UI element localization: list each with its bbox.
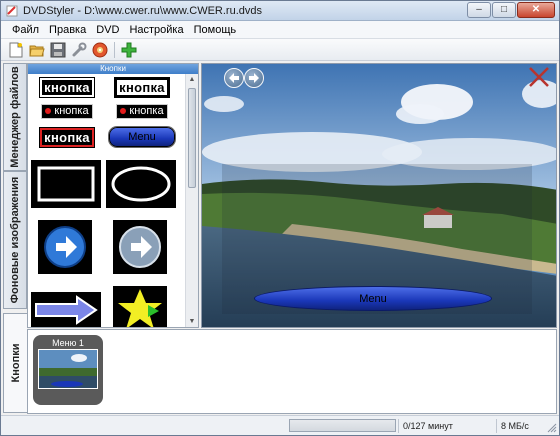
palette-header: Кнопки bbox=[28, 64, 198, 74]
add-plus-icon bbox=[121, 42, 137, 57]
scroll-up-icon[interactable]: ▲ bbox=[188, 76, 196, 84]
tab-file-manager-label: Менеджер файлов bbox=[9, 66, 21, 168]
close-x-icon[interactable] bbox=[528, 66, 550, 88]
settings-button[interactable] bbox=[70, 41, 88, 59]
resize-grip-icon[interactable] bbox=[547, 423, 557, 433]
duration-status: 0/127 минут bbox=[398, 419, 496, 433]
save-button[interactable] bbox=[49, 41, 67, 59]
tab-buttons-label: Кнопки bbox=[9, 343, 22, 383]
palette-scroll-thumb[interactable] bbox=[188, 88, 196, 188]
menu-preview[interactable]: Menu bbox=[201, 63, 557, 328]
scroll-down-icon[interactable]: ▼ bbox=[188, 318, 196, 326]
menu-thumbnail-image bbox=[38, 349, 98, 389]
button-template-arrow-gray[interactable] bbox=[113, 220, 167, 274]
tab-backgrounds-label: Фоновые изображения bbox=[9, 176, 21, 304]
button-template-long-arrow[interactable] bbox=[31, 292, 101, 327]
menu-bar: Файл Правка DVD Настройка Помощь bbox=[1, 21, 559, 39]
nav-next-button[interactable] bbox=[244, 68, 264, 88]
open-folder-icon bbox=[29, 45, 45, 56]
open-button[interactable] bbox=[28, 41, 46, 59]
button-template-dot-2-label: кнопка bbox=[129, 104, 164, 117]
minimize-button[interactable]: – bbox=[467, 2, 491, 18]
tab-buttons[interactable]: Кнопки bbox=[3, 313, 27, 413]
button-template-menu-label: Menu bbox=[108, 126, 176, 148]
arrow-right-circle-gray-icon bbox=[119, 226, 161, 268]
new-document-icon bbox=[9, 42, 23, 57]
button-template-menu[interactable]: Menu bbox=[106, 126, 178, 148]
button-template-dot-1[interactable]: кнопка bbox=[31, 102, 103, 120]
toolbar bbox=[1, 39, 559, 61]
red-dot-icon bbox=[120, 108, 127, 114]
menu-dvd[interactable]: DVD bbox=[91, 24, 124, 36]
burn-disc-icon bbox=[92, 42, 108, 57]
button-template-framed-label: кнопка bbox=[39, 126, 95, 148]
save-icon bbox=[50, 42, 66, 57]
disc-usage-progress bbox=[289, 419, 396, 432]
menu-edit[interactable]: Правка bbox=[44, 24, 91, 36]
button-template-dot-2-face: кнопка bbox=[116, 103, 168, 119]
star-icon bbox=[118, 289, 162, 327]
menu-file[interactable]: Файл bbox=[7, 24, 44, 36]
rectangle-frame-icon bbox=[37, 166, 95, 202]
button-template-text-1[interactable]: кнопка bbox=[31, 76, 103, 98]
button-template-dot-1-label: кнопка bbox=[54, 104, 89, 117]
red-dot-icon bbox=[45, 108, 52, 114]
button-template-ellipse[interactable] bbox=[106, 160, 176, 208]
side-tabs: Менеджер файлов Фоновые изображения Кноп… bbox=[3, 63, 27, 413]
dvdstyler-app-icon bbox=[6, 5, 18, 17]
arrow-right-icon bbox=[249, 73, 259, 83]
preview-menu-button[interactable]: Menu bbox=[254, 286, 492, 311]
menu-thumbnail-label: Меню 1 bbox=[52, 338, 84, 348]
menu-thumbnail[interactable]: Меню 1 bbox=[33, 335, 103, 405]
tab-backgrounds[interactable]: Фоновые изображения bbox=[3, 171, 27, 309]
status-bar: 0/127 минут 8 МБ/с bbox=[1, 415, 559, 435]
close-button[interactable]: ✕ bbox=[517, 2, 555, 18]
ellipse-frame-icon bbox=[111, 166, 171, 202]
tab-file-manager[interactable]: Менеджер файлов bbox=[3, 63, 27, 171]
arrow-left-icon bbox=[229, 73, 239, 83]
toolbar-separator bbox=[114, 41, 115, 58]
button-template-arrow-blue[interactable] bbox=[38, 220, 92, 274]
title-bar[interactable]: DVDStyler - D:\www.cwer.ru\www.CWER.ru.d… bbox=[1, 1, 559, 21]
button-template-dot-2[interactable]: кнопка bbox=[106, 102, 178, 120]
button-template-text-2-label: кнопка bbox=[114, 76, 170, 98]
window-title: DVDStyler - D:\www.cwer.ru\www.CWER.ru.d… bbox=[23, 5, 262, 17]
buttons-palette: Кнопки кнопка кнопка кнопка кнопка кнопк… bbox=[27, 63, 199, 328]
app-window: DVDStyler - D:\www.cwer.ru\www.CWER.ru.d… bbox=[0, 0, 560, 436]
button-template-framed[interactable]: кнопка bbox=[31, 126, 103, 148]
button-template-rectangle[interactable] bbox=[31, 160, 101, 208]
long-arrow-right-icon bbox=[35, 295, 98, 325]
button-template-text-1-label: кнопка bbox=[39, 76, 95, 98]
settings-wrench-icon bbox=[72, 42, 87, 56]
nav-prev-button[interactable] bbox=[224, 68, 244, 88]
palette-scrollbar[interactable]: ▲ ▼ bbox=[185, 74, 198, 327]
maximize-button[interactable]: □ bbox=[492, 2, 516, 18]
rate-status: 8 МБ/с bbox=[496, 419, 546, 433]
menu-settings[interactable]: Настройка bbox=[124, 24, 188, 36]
button-template-dot-1-face: кнопка bbox=[41, 103, 93, 119]
palette-grid: кнопка кнопка кнопка кнопка кнопка Menu bbox=[28, 74, 186, 327]
menus-strip: Меню 1 bbox=[27, 329, 557, 414]
burn-button[interactable] bbox=[91, 41, 109, 59]
new-document-button[interactable] bbox=[7, 41, 25, 59]
button-template-text-2[interactable]: кнопка bbox=[106, 76, 178, 98]
window-controls: – □ ✕ bbox=[467, 2, 555, 18]
menu-help[interactable]: Помощь bbox=[189, 24, 242, 36]
button-template-star[interactable] bbox=[113, 286, 167, 327]
arrow-right-circle-blue-icon bbox=[44, 226, 86, 268]
add-button[interactable] bbox=[120, 41, 138, 59]
